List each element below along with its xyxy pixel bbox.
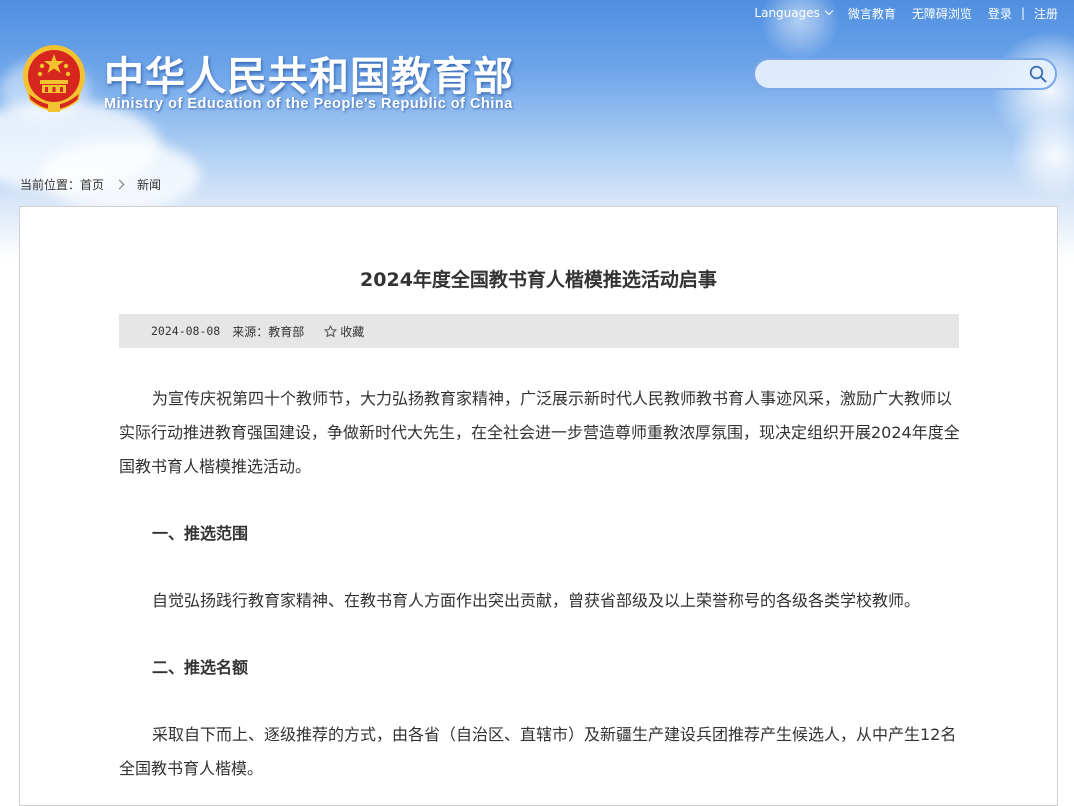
national-emblem-icon[interactable] [20, 42, 88, 114]
breadcrumb: 当前位置： 首页 新闻 [20, 176, 161, 193]
site-subtitle: Ministry of Education of the People's Re… [104, 96, 513, 112]
breadcrumb-news-link[interactable]: 新闻 [137, 176, 161, 193]
favorite-button[interactable]: 收藏 [324, 323, 364, 340]
top-link-separator: | [1020, 6, 1025, 20]
languages-dropdown[interactable]: Languages [754, 6, 834, 20]
article-date: 2024-08-08 [151, 324, 221, 338]
breadcrumb-prefix: 当前位置： [20, 178, 81, 192]
article-meta-bar: 2024-08-08 来源：教育部 收藏 [119, 314, 959, 348]
languages-label: Languages [754, 6, 820, 20]
cloud-decoration [40, 140, 200, 210]
search-input[interactable] [769, 64, 1023, 86]
paragraph-quota: 采取自下而上、逐级推荐的方式，由各省（自治区、直辖市）及新疆生产建设兵团推荐产生… [119, 725, 957, 778]
register-link[interactable]: 注册 [1034, 5, 1058, 22]
search-box [753, 58, 1057, 90]
article-title: 2024年度全国教书育人楷模推选活动启事 [360, 269, 717, 291]
breadcrumb-home-link[interactable]: 首页 [80, 176, 104, 193]
accessible-browse-link[interactable]: 无障碍浏览 [912, 5, 972, 22]
search-icon[interactable] [1029, 65, 1047, 83]
favorite-label: 收藏 [340, 324, 365, 339]
site-title[interactable]: 中华人民共和国教育部 [104, 44, 514, 102]
chevron-right-icon [114, 179, 125, 190]
paragraph-scope: 自觉弘扬践行教育家精神、在教书育人方面作出突出贡献，曾获省部级及以上荣誉称号的各… [152, 591, 921, 610]
section-heading-scope: 一、推选范围 [152, 524, 249, 543]
paragraph-intro: 为宣传庆祝第四十个教师节，大力弘扬教育家精神，广泛展示新时代人民教师教书育人事迹… [119, 389, 960, 476]
article-source: 来源：教育部 [232, 324, 305, 339]
login-link[interactable]: 登录 [988, 5, 1012, 22]
article-card: 2024年度全国教书育人楷模推选活动启事 2024-08-08 来源：教育部 收… [19, 206, 1058, 806]
star-icon [324, 324, 337, 337]
section-heading-quota: 二、推选名额 [152, 658, 249, 677]
chevron-down-icon [824, 6, 834, 16]
weiyan-link[interactable]: 微言教育 [848, 5, 896, 22]
top-links: Languages 微言教育 无障碍浏览 登录 | 注册 [754, 4, 1058, 22]
